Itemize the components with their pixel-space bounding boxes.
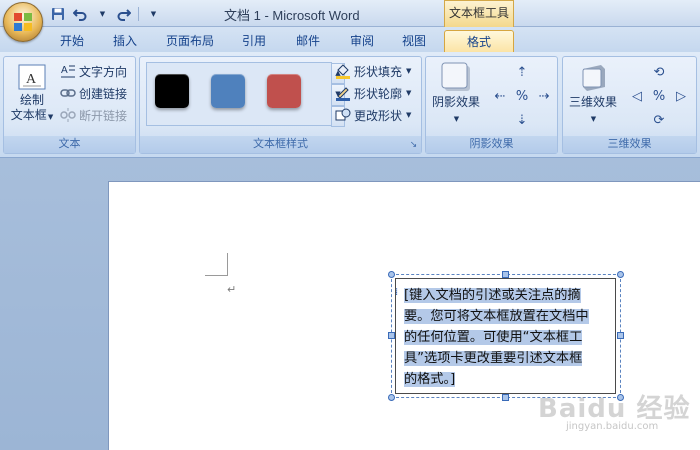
textbox-line: 的任何位置。可使用“文本框工 bbox=[404, 330, 583, 345]
create-link-button[interactable]: 创建链接 bbox=[60, 83, 127, 103]
svg-text:A: A bbox=[26, 72, 37, 87]
tilt-left-icon[interactable]: ◁ bbox=[628, 87, 646, 105]
draw-textbox-label-2: 文本框 bbox=[10, 108, 47, 122]
textbox-line: 的格式。] bbox=[404, 372, 456, 387]
group-text-label: 文本 bbox=[4, 136, 135, 153]
draw-textbox-button[interactable]: A 绘制 文本框▼ bbox=[8, 63, 56, 125]
resize-handle-top[interactable] bbox=[502, 271, 509, 278]
shadow-toggle-icon[interactable]: % bbox=[513, 87, 531, 105]
svg-text:A: A bbox=[61, 65, 68, 76]
window-title: 文档 1 - Microsoft Word bbox=[224, 8, 360, 23]
tab-view[interactable]: 视图 bbox=[396, 30, 432, 53]
tab-insert[interactable]: 插入 bbox=[107, 30, 143, 53]
3d-effects-icon bbox=[577, 61, 609, 93]
textbox-line: 要。您可将文本框放置在文档中 bbox=[404, 309, 589, 324]
pen-outline-icon bbox=[335, 85, 351, 101]
3d-effects-button[interactable]: 三维效果 ▼ bbox=[565, 61, 621, 127]
tab-references[interactable]: 引用 bbox=[236, 30, 272, 53]
nudge-shadow-up-icon[interactable]: ⇡ bbox=[513, 63, 531, 81]
baidu-watermark-url: jingyan.baidu.com bbox=[566, 421, 659, 432]
draw-textbox-label-1: 绘制 bbox=[19, 93, 44, 107]
dialog-launcher-icon[interactable]: ↘ bbox=[408, 140, 419, 151]
nudge-shadow-left-icon[interactable]: ⇠ bbox=[491, 87, 509, 105]
chevron-down-icon: ▼ bbox=[590, 115, 597, 123]
textbox-line: [键入文档的引述或关注点的摘 bbox=[404, 288, 581, 303]
quick-access-toolbar: ▼ ▼ bbox=[48, 4, 163, 23]
office-logo-icon bbox=[14, 13, 32, 31]
chevron-down-icon: ▼ bbox=[406, 67, 412, 75]
group-textbox-styles-label: 文本框样式 bbox=[140, 136, 421, 153]
chevron-down-icon: ▼ bbox=[47, 113, 54, 121]
shape-outline-button[interactable]: 形状轮廓 ▼ bbox=[335, 83, 411, 103]
break-link-label: 断开链接 bbox=[79, 108, 128, 123]
change-shape-label: 更改形状 bbox=[354, 108, 403, 123]
shape-fill-label: 形状填充 bbox=[354, 64, 403, 79]
paragraph-mark-icon: ↵ bbox=[227, 283, 237, 296]
title-bar: ▼ ▼ 文档 1 - Microsoft Word 文本框工具 bbox=[0, 0, 700, 27]
style-swatch-blue[interactable] bbox=[211, 74, 245, 108]
change-shape-button[interactable]: 更改形状 ▼ bbox=[335, 105, 411, 125]
style-gallery: ▲ ▼ ▼ bbox=[146, 62, 345, 127]
resize-handle-left[interactable] bbox=[388, 332, 395, 339]
customize-icon[interactable]: ▼ bbox=[143, 5, 163, 23]
shadow-effects-button[interactable]: 阴影效果 ▼ bbox=[428, 61, 484, 127]
undo-dropdown-icon[interactable]: ▼ bbox=[92, 5, 112, 23]
change-shape-icon bbox=[335, 107, 351, 123]
tilt-down-icon[interactable]: ⟳ bbox=[650, 111, 668, 129]
shadow-effects-icon bbox=[440, 61, 472, 93]
ribbon-tabs: 开始 插入 页面布局 引用 邮件 审阅 视图 格式 bbox=[0, 27, 700, 53]
textbox-content[interactable]: [键入文档的引述或关注点的摘 要。您可将文本框放置在文档中 的任何位置。可使用“… bbox=[404, 285, 610, 390]
chevron-down-icon: ▼ bbox=[406, 111, 412, 119]
text-direction-icon: A bbox=[60, 63, 76, 79]
link-icon bbox=[60, 85, 76, 101]
tab-page-layout[interactable]: 页面布局 bbox=[160, 30, 220, 53]
group-shadow-effects-label: 阴影效果 bbox=[426, 136, 557, 153]
text-direction-label: 文字方向 bbox=[79, 64, 128, 79]
tilt-right-icon[interactable]: ▷ bbox=[672, 87, 690, 105]
resize-handle-bottom-left[interactable] bbox=[388, 394, 395, 401]
create-link-label: 创建链接 bbox=[79, 86, 128, 101]
3d-toggle-icon[interactable]: % bbox=[650, 87, 668, 105]
resize-handle-right[interactable] bbox=[617, 332, 624, 339]
group-text: A 绘制 文本框▼ A 文字方向 创建链接 断开链接 文本 bbox=[3, 56, 136, 154]
office-button[interactable] bbox=[3, 2, 43, 42]
nudge-shadow-down-icon[interactable]: ⇣ bbox=[513, 111, 531, 129]
resize-handle-top-right[interactable] bbox=[617, 271, 624, 278]
chevron-down-icon: ▼ bbox=[406, 89, 412, 97]
tab-mailings[interactable]: 邮件 bbox=[290, 30, 326, 53]
textbox-line: 具”选项卡更改重要引述文本框 bbox=[404, 351, 583, 366]
break-link-button[interactable]: 断开链接 bbox=[60, 105, 127, 125]
style-swatch-red[interactable] bbox=[267, 74, 301, 108]
tab-review[interactable]: 审阅 bbox=[344, 30, 380, 53]
3d-effects-label: 三维效果 bbox=[568, 95, 617, 109]
group-shadow-effects: 阴影效果 ▼ ⇡ ⇠ % ⇢ ⇣ 阴影效果 bbox=[425, 56, 558, 154]
tab-format[interactable]: 格式 bbox=[444, 30, 514, 53]
group-3d-effects: 三维效果 ▼ ⟲ ◁ % ▷ ⟳ 三维效果 bbox=[562, 56, 697, 154]
baidu-watermark: Baidu 经验 bbox=[538, 394, 691, 424]
group-3d-effects-label: 三维效果 bbox=[563, 136, 696, 153]
group-textbox-styles: ▲ ▼ ▼ 形状填充 ▼ 形状轮廓 ▼ 更改形状 ▼ 文本框样式 bbox=[139, 56, 422, 154]
tab-home[interactable]: 开始 bbox=[54, 30, 90, 53]
nudge-shadow-right-icon[interactable]: ⇢ bbox=[535, 87, 553, 105]
shadow-effects-label: 阴影效果 bbox=[431, 95, 480, 109]
tilt-up-icon[interactable]: ⟲ bbox=[650, 63, 668, 81]
textbox-anchor-icon[interactable]: ⁞ bbox=[395, 287, 398, 298]
undo-icon[interactable] bbox=[70, 5, 90, 23]
qat-separator bbox=[138, 6, 139, 21]
resize-handle-top-left[interactable] bbox=[388, 271, 395, 278]
style-swatch-black[interactable] bbox=[155, 74, 189, 108]
save-icon[interactable] bbox=[48, 5, 68, 23]
contextual-tools-label: 文本框工具 bbox=[444, 0, 514, 27]
draw-textbox-icon: A bbox=[17, 63, 47, 91]
chevron-down-icon: ▼ bbox=[453, 115, 460, 123]
paint-bucket-icon bbox=[335, 63, 351, 79]
margin-corner-mark bbox=[205, 253, 228, 276]
ribbon: A 绘制 文本框▼ A 文字方向 创建链接 断开链接 文本 ▲ ▼ 形状填充 ▼… bbox=[0, 52, 700, 158]
shape-fill-button[interactable]: 形状填充 ▼ bbox=[335, 61, 411, 81]
redo-icon[interactable] bbox=[114, 5, 134, 23]
shape-outline-label: 形状轮廓 bbox=[354, 86, 403, 101]
text-direction-button[interactable]: A 文字方向 bbox=[60, 61, 127, 81]
resize-handle-bottom[interactable] bbox=[502, 394, 509, 401]
break-link-icon bbox=[60, 107, 76, 123]
